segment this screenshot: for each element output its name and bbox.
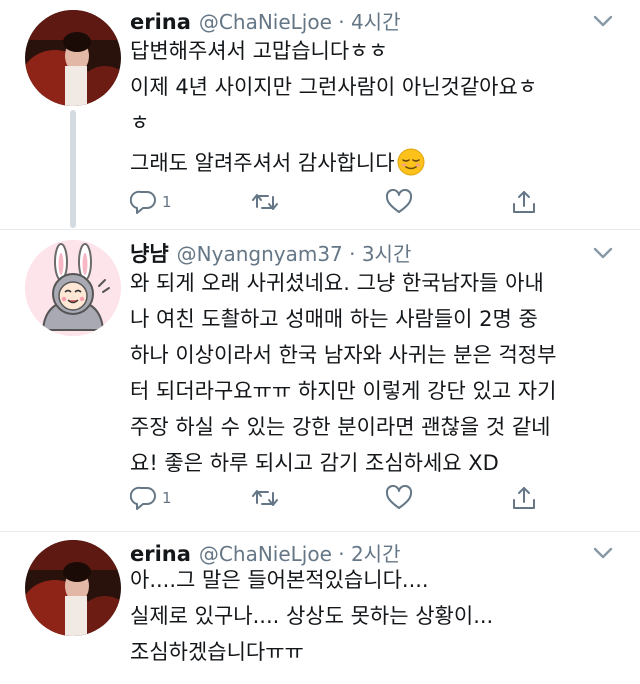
chevron-down-icon[interactable] (590, 544, 616, 562)
reply-button[interactable]: 1 (130, 483, 172, 513)
avatar-photo-icon (25, 10, 121, 106)
reply-count: 1 (162, 193, 172, 211)
tweet-text-line-with-emoji: 그래도 알려주셔서 감사합니다 (130, 145, 630, 181)
display-name[interactable]: 냥냠 (130, 238, 169, 268)
tweet-header: 냥냠 @Nyangnyam37 · 3시간 (130, 238, 411, 268)
tweet-text-line: 터 되더라구요ㅠㅠ 하지만 이렇게 강단 있고 자기 (130, 379, 557, 403)
avatar-photo-icon (25, 540, 121, 636)
handle-and-timestamp[interactable]: @Nyangnyam37 · 3시간 (177, 238, 412, 267)
reply-count: 1 (162, 489, 172, 507)
tweet-3[interactable]: erina @ChaNieLjoe · 2시간 아....그 말은 들어본적있습… (0, 532, 640, 684)
tweet-text: 답변해주셔서 고맙습니다ㅎㅎ 이제 4년 사이지만 그런사람이 아닌것같아요ㅎ … (130, 33, 630, 181)
retweet-button[interactable] (250, 483, 280, 513)
retweet-icon (252, 194, 278, 210)
tweet-actions: 1 (130, 483, 550, 513)
tweet-text-line: 아....그 말은 들어본적있습니다.... (130, 568, 429, 592)
share-icon (513, 487, 535, 509)
chevron-down-icon[interactable] (590, 244, 616, 262)
handle-and-timestamp[interactable]: @ChaNieLjoe · 4시간 (199, 6, 401, 35)
chevron-down-icon[interactable] (590, 12, 616, 30)
tweet-text-line: 주장 하실 수 있는 강한 분이라면 괜찮을 것 같네 (130, 415, 551, 439)
reply-icon (130, 486, 156, 510)
tweet-text: 아....그 말은 들어본적있습니다.... 실제로 있구나.... 상상도 못… (130, 562, 630, 670)
thread-connector-line (70, 110, 76, 228)
retweet-icon (252, 490, 278, 506)
tweet-text-line: 답변해주셔서 고맙습니다ㅎㅎ (130, 39, 388, 63)
tweet-text-line: 하나 이상이라서 한국 남자와 사귀는 분은 걱정부 (130, 343, 557, 367)
tweet-text-line: ㅎ (130, 111, 150, 135)
tweet-1[interactable]: erina @ChaNieLjoe · 4시간 답변해주셔서 고맙습니다ㅎㅎ 이… (0, 0, 640, 228)
display-name[interactable]: erina (130, 10, 191, 34)
conversation-thread: erina @ChaNieLjoe · 4시간 답변해주셔서 고맙습니다ㅎㅎ 이… (0, 0, 640, 684)
tweet-text-line: 실제로 있구나.... 상상도 못하는 상황이... (130, 604, 494, 628)
avatar-bunny-icon (25, 240, 121, 336)
reply-icon (130, 190, 156, 214)
relieved-face-emoji (397, 148, 425, 176)
share-button[interactable] (510, 187, 538, 217)
tweet-text-segment: 그래도 알려주셔서 감사합니다 (130, 151, 395, 175)
like-button[interactable] (385, 187, 413, 217)
reply-button[interactable]: 1 (130, 187, 172, 217)
tweet-text-line: 와 되게 오래 사귀셨네요. 그냥 한국남자들 아내 (130, 271, 544, 295)
retweet-button[interactable] (250, 187, 280, 217)
tweet-actions: 1 (130, 187, 550, 217)
tweet-text-line: 요! 좋은 하루 되시고 감기 조심하세요 XD (130, 451, 499, 475)
like-button[interactable] (385, 483, 413, 513)
tweet-2[interactable]: 냥냠 @Nyangnyam37 · 3시간 와 되게 오래 사귀셨네요. 그냥 … (0, 230, 640, 530)
heart-icon (385, 189, 413, 213)
tweet-text-line: 나 여친 도촬하고 성매매 하는 사람들이 2명 중 (130, 307, 538, 331)
avatar-nyangnyam[interactable] (25, 240, 121, 336)
tweet-text: 와 되게 오래 사귀셨네요. 그냥 한국남자들 아내 나 여친 도촬하고 성매매… (130, 265, 630, 481)
tweet-text-line: 조심하겠습니다ㅠㅠ (130, 640, 304, 664)
share-button[interactable] (510, 483, 538, 513)
avatar-erina[interactable] (25, 10, 121, 106)
avatar-erina[interactable] (25, 540, 121, 636)
tweet-text-line: 이제 4년 사이지만 그런사람이 아닌것같아요ㅎ (130, 75, 538, 99)
tweet-header: erina @ChaNieLjoe · 4시간 (130, 6, 400, 35)
share-icon (513, 191, 535, 213)
heart-icon (385, 485, 413, 509)
